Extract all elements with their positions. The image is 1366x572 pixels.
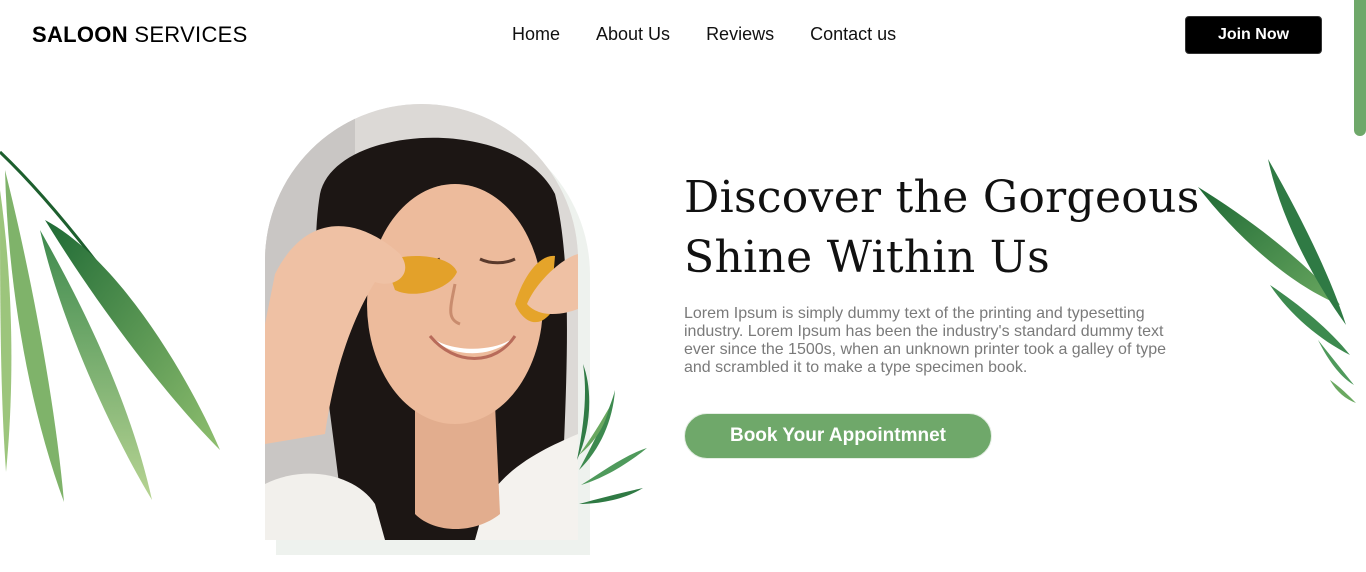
hero-title-line1: Discover the Gorgeous <box>684 172 1200 223</box>
nav-home[interactable]: Home <box>512 24 560 45</box>
nav-reviews[interactable]: Reviews <box>706 24 774 45</box>
nav-contact-us[interactable]: Contact us <box>810 24 896 45</box>
navbar: SALOON SERVICES Home About Us Reviews Co… <box>0 0 1366 70</box>
nav-about-us[interactable]: About Us <box>596 24 670 45</box>
nav-links: Home About Us Reviews Contact us <box>512 24 896 45</box>
hero-title: Discover the Gorgeous Shine Within Us <box>684 168 1224 288</box>
brand-logo[interactable]: SALOON SERVICES <box>32 22 248 48</box>
hero-description: Lorem Ipsum is simply dummy text of the … <box>684 305 1167 376</box>
portrait-illustration <box>265 104 578 540</box>
brand-light: SERVICES <box>134 22 248 47</box>
palm-leaf-left-decoration <box>0 150 220 502</box>
book-appointment-button[interactable]: Book Your Appointmnet <box>684 413 992 459</box>
portrait-photo <box>265 104 578 540</box>
brand-bold: SALOON <box>32 22 128 47</box>
scrollbar-thumb[interactable] <box>1354 0 1366 136</box>
hero-title-line2: Shine Within Us <box>684 232 1051 283</box>
palm-leaf-small-decoration <box>577 364 647 504</box>
join-now-button[interactable]: Join Now <box>1185 16 1322 54</box>
